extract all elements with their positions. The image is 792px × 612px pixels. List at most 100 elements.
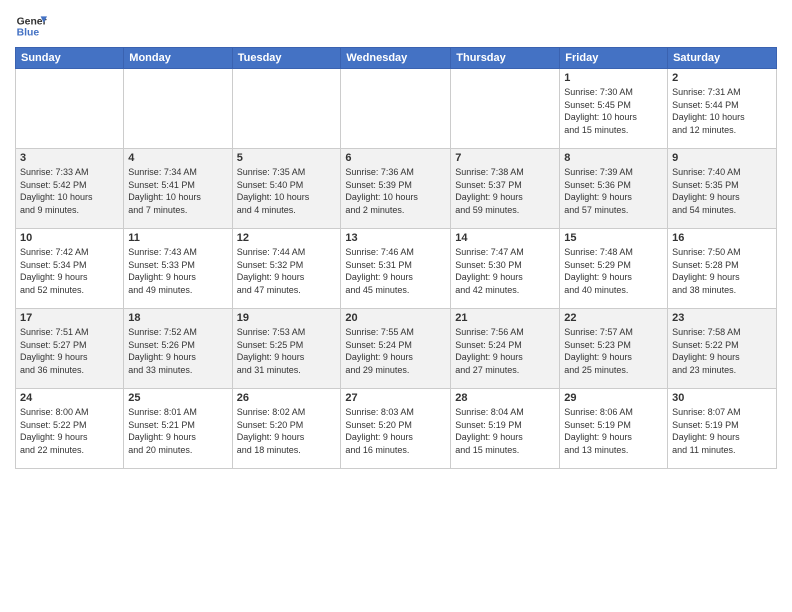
calendar-cell: 30 Sunrise: 8:07 AM Sunset: 5:19 PM Dayli…	[668, 389, 777, 469]
day-number: 13	[345, 232, 446, 244]
calendar-week-row: 10 Sunrise: 7:42 AM Sunset: 5:34 PM Dayli…	[16, 229, 777, 309]
day-number: 24	[20, 392, 119, 404]
day-number: 22	[564, 312, 663, 324]
calendar-cell: 2 Sunrise: 7:31 AM Sunset: 5:44 PM Daylig…	[668, 69, 777, 149]
day-number: 4	[128, 152, 227, 164]
calendar-cell	[341, 69, 451, 149]
weekday-header: Sunday	[16, 48, 124, 69]
day-number: 3	[20, 152, 119, 164]
calendar-cell: 27 Sunrise: 8:03 AM Sunset: 5:20 PM Dayli…	[341, 389, 451, 469]
calendar-cell: 8 Sunrise: 7:39 AM Sunset: 5:36 PM Daylig…	[560, 149, 668, 229]
calendar-cell: 23Sunrise: 7:58 AM Sunset: 5:22 PM Dayli…	[668, 309, 777, 389]
day-number: 12	[237, 232, 337, 244]
weekday-header: Saturday	[668, 48, 777, 69]
calendar-cell: 10 Sunrise: 7:42 AM Sunset: 5:34 PM Dayli…	[16, 229, 124, 309]
calendar-cell	[16, 69, 124, 149]
calendar-cell: 9 Sunrise: 7:40 AM Sunset: 5:35 PM Daylig…	[668, 149, 777, 229]
calendar-cell: 28Sunrise: 8:04 AM Sunset: 5:19 PM Dayli…	[451, 389, 560, 469]
calendar-cell: 16 Sunrise: 7:50 AM Sunset: 5:28 PM Dayli…	[668, 229, 777, 309]
calendar-cell	[232, 69, 341, 149]
day-number: 9	[672, 152, 772, 164]
calendar-cell: 15Sunrise: 7:48 AM Sunset: 5:29 PM Dayli…	[560, 229, 668, 309]
weekday-header: Friday	[560, 48, 668, 69]
day-number: 19	[237, 312, 337, 324]
day-info: Sunrise: 7:42 AM Sunset: 5:34 PM Dayligh…	[20, 246, 119, 296]
day-info: Sunrise: 8:07 AM Sunset: 5:19 PM Dayligh…	[672, 406, 772, 456]
calendar-cell: 24Sunrise: 8:00 AM Sunset: 5:22 PM Dayli…	[16, 389, 124, 469]
day-info: Sunrise: 8:01 AM Sunset: 5:21 PM Dayligh…	[128, 406, 227, 456]
day-info: Sunrise: 7:34 AM Sunset: 5:41 PM Dayligh…	[128, 166, 227, 216]
calendar-week-row: 3 Sunrise: 7:33 AM Sunset: 5:42 PM Daylig…	[16, 149, 777, 229]
day-info: Sunrise: 7:56 AM Sunset: 5:24 PM Dayligh…	[455, 326, 555, 376]
calendar-cell: 17Sunrise: 7:51 AM Sunset: 5:27 PM Dayli…	[16, 309, 124, 389]
calendar-cell: 21 Sunrise: 7:56 AM Sunset: 5:24 PM Dayli…	[451, 309, 560, 389]
calendar-cell: 20 Sunrise: 7:55 AM Sunset: 5:24 PM Dayli…	[341, 309, 451, 389]
day-info: Sunrise: 8:03 AM Sunset: 5:20 PM Dayligh…	[345, 406, 446, 456]
calendar-week-row: 24Sunrise: 8:00 AM Sunset: 5:22 PM Dayli…	[16, 389, 777, 469]
day-info: Sunrise: 7:31 AM Sunset: 5:44 PM Dayligh…	[672, 86, 772, 136]
main-container: General Blue SundayMondayTuesdayWednesda…	[0, 0, 792, 474]
day-number: 25	[128, 392, 227, 404]
calendar-cell: 6 Sunrise: 7:36 AM Sunset: 5:39 PM Daylig…	[341, 149, 451, 229]
day-number: 21	[455, 312, 555, 324]
day-number: 28	[455, 392, 555, 404]
day-info: Sunrise: 7:51 AM Sunset: 5:27 PM Dayligh…	[20, 326, 119, 376]
day-number: 23	[672, 312, 772, 324]
day-number: 6	[345, 152, 446, 164]
day-info: Sunrise: 7:53 AM Sunset: 5:25 PM Dayligh…	[237, 326, 337, 376]
day-number: 8	[564, 152, 663, 164]
header-row: General Blue	[15, 10, 777, 42]
calendar-header-row: SundayMondayTuesdayWednesdayThursdayFrid…	[16, 48, 777, 69]
calendar-cell: 4 Sunrise: 7:34 AM Sunset: 5:41 PM Daylig…	[124, 149, 232, 229]
day-info: Sunrise: 7:44 AM Sunset: 5:32 PM Dayligh…	[237, 246, 337, 296]
weekday-header: Thursday	[451, 48, 560, 69]
day-info: Sunrise: 7:50 AM Sunset: 5:28 PM Dayligh…	[672, 246, 772, 296]
day-number: 14	[455, 232, 555, 244]
calendar-cell: 13 Sunrise: 7:46 AM Sunset: 5:31 PM Dayli…	[341, 229, 451, 309]
calendar-cell: 5Sunrise: 7:35 AM Sunset: 5:40 PM Daylig…	[232, 149, 341, 229]
calendar-cell: 11Sunrise: 7:43 AM Sunset: 5:33 PM Dayli…	[124, 229, 232, 309]
calendar-table: SundayMondayTuesdayWednesdayThursdayFrid…	[15, 47, 777, 469]
logo-icon: General Blue	[15, 10, 47, 42]
day-info: Sunrise: 7:52 AM Sunset: 5:26 PM Dayligh…	[128, 326, 227, 376]
calendar-cell: 29Sunrise: 8:06 AM Sunset: 5:19 PM Dayli…	[560, 389, 668, 469]
calendar-cell	[124, 69, 232, 149]
day-info: Sunrise: 8:02 AM Sunset: 5:20 PM Dayligh…	[237, 406, 337, 456]
calendar-cell: 12 Sunrise: 7:44 AM Sunset: 5:32 PM Dayli…	[232, 229, 341, 309]
calendar-cell	[451, 69, 560, 149]
day-number: 1	[564, 72, 663, 84]
day-number: 18	[128, 312, 227, 324]
logo: General Blue	[15, 10, 47, 42]
day-number: 29	[564, 392, 663, 404]
day-info: Sunrise: 7:36 AM Sunset: 5:39 PM Dayligh…	[345, 166, 446, 216]
day-number: 20	[345, 312, 446, 324]
day-number: 10	[20, 232, 119, 244]
calendar-cell: 18 Sunrise: 7:52 AM Sunset: 5:26 PM Dayli…	[124, 309, 232, 389]
day-info: Sunrise: 7:40 AM Sunset: 5:35 PM Dayligh…	[672, 166, 772, 216]
day-info: Sunrise: 7:48 AM Sunset: 5:29 PM Dayligh…	[564, 246, 663, 296]
day-info: Sunrise: 7:33 AM Sunset: 5:42 PM Dayligh…	[20, 166, 119, 216]
calendar-cell: 1 Sunrise: 7:30 AM Sunset: 5:45 PM Daylig…	[560, 69, 668, 149]
day-info: Sunrise: 7:57 AM Sunset: 5:23 PM Dayligh…	[564, 326, 663, 376]
day-info: Sunrise: 7:46 AM Sunset: 5:31 PM Dayligh…	[345, 246, 446, 296]
calendar-cell: 3 Sunrise: 7:33 AM Sunset: 5:42 PM Daylig…	[16, 149, 124, 229]
weekday-header: Tuesday	[232, 48, 341, 69]
day-info: Sunrise: 7:35 AM Sunset: 5:40 PM Dayligh…	[237, 166, 337, 216]
day-info: Sunrise: 7:55 AM Sunset: 5:24 PM Dayligh…	[345, 326, 446, 376]
day-number: 27	[345, 392, 446, 404]
day-number: 30	[672, 392, 772, 404]
calendar-cell: 26Sunrise: 8:02 AM Sunset: 5:20 PM Dayli…	[232, 389, 341, 469]
day-info: Sunrise: 7:39 AM Sunset: 5:36 PM Dayligh…	[564, 166, 663, 216]
calendar-cell: 14Sunrise: 7:47 AM Sunset: 5:30 PM Dayli…	[451, 229, 560, 309]
calendar-cell: 19 Sunrise: 7:53 AM Sunset: 5:25 PM Dayli…	[232, 309, 341, 389]
day-number: 7	[455, 152, 555, 164]
weekday-header: Monday	[124, 48, 232, 69]
day-number: 2	[672, 72, 772, 84]
weekday-header: Wednesday	[341, 48, 451, 69]
day-number: 11	[128, 232, 227, 244]
calendar-week-row: 1 Sunrise: 7:30 AM Sunset: 5:45 PM Daylig…	[16, 69, 777, 149]
calendar-week-row: 17Sunrise: 7:51 AM Sunset: 5:27 PM Dayli…	[16, 309, 777, 389]
day-info: Sunrise: 7:38 AM Sunset: 5:37 PM Dayligh…	[455, 166, 555, 216]
day-info: Sunrise: 7:30 AM Sunset: 5:45 PM Dayligh…	[564, 86, 663, 136]
day-number: 16	[672, 232, 772, 244]
